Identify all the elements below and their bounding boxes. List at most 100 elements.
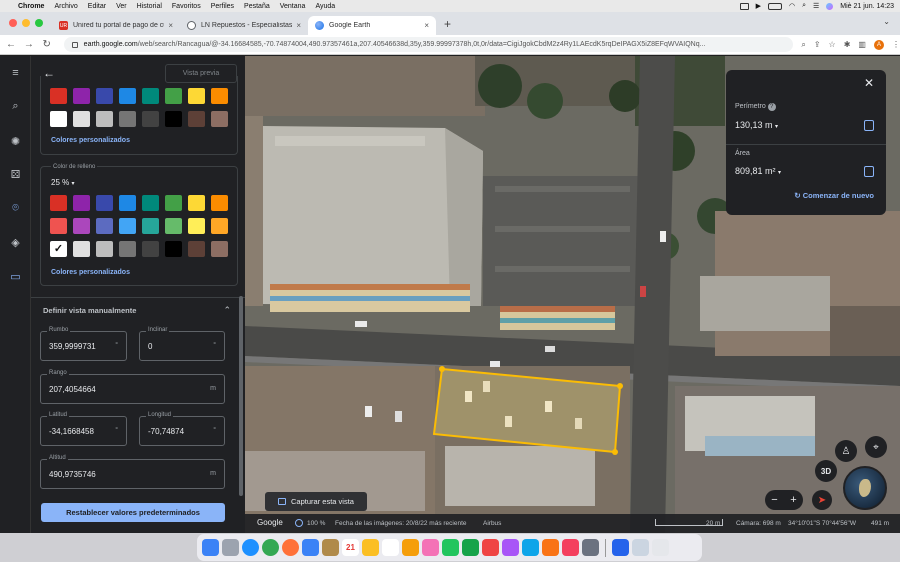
voyager-icon[interactable]: ✺: [7, 134, 24, 151]
photos-icon[interactable]: [422, 539, 439, 556]
bookmark-star-icon[interactable]: ☆: [829, 40, 836, 49]
color-swatch[interactable]: [165, 88, 182, 104]
color-swatch[interactable]: [119, 241, 136, 257]
panel-scrollbar[interactable]: [239, 296, 243, 496]
tab-unired[interactable]: UR Unired tu portal de pago de cu ×: [52, 16, 180, 35]
color-swatch[interactable]: [211, 88, 228, 104]
custom-colors-link-fill[interactable]: Colores personalizados: [51, 269, 130, 276]
color-swatch[interactable]: [73, 241, 90, 257]
menu-ventana[interactable]: Ventana: [280, 3, 306, 10]
siri-icon[interactable]: [826, 2, 834, 10]
close-tab-icon[interactable]: ×: [296, 21, 301, 30]
color-swatch[interactable]: [211, 111, 228, 127]
color-swatch[interactable]: [73, 195, 90, 211]
screen-icon[interactable]: [739, 2, 749, 10]
satellite-map-view[interactable]: ✕ Perímetro ? 130,13 m ▾ Área 809,81 m² …: [245, 56, 900, 533]
mail-icon[interactable]: [302, 539, 319, 556]
color-swatch[interactable]: [165, 218, 182, 234]
calendar-icon[interactable]: 21: [342, 539, 359, 556]
color-swatch[interactable]: [142, 218, 159, 234]
menu-perfiles[interactable]: Perfiles: [211, 3, 234, 10]
dice-icon[interactable]: ⚄: [7, 167, 24, 184]
fill-opacity-select[interactable]: 25 % ▾: [51, 178, 74, 187]
tab-search-chevron-icon[interactable]: ⌄: [883, 17, 890, 26]
copy-area-icon[interactable]: [864, 166, 874, 177]
facetime-icon[interactable]: [462, 539, 479, 556]
tab-google-earth[interactable]: Google Earth ×: [308, 16, 436, 35]
color-swatch[interactable]: [50, 88, 67, 104]
menu-icon[interactable]: ≡: [7, 65, 24, 82]
color-swatch[interactable]: [142, 195, 159, 211]
menu-ayuda[interactable]: Ayuda: [315, 3, 335, 10]
color-swatch[interactable]: [211, 241, 228, 257]
color-swatch[interactable]: [188, 218, 205, 234]
capture-view-button[interactable]: Capturar esta vista: [265, 492, 367, 511]
color-swatch[interactable]: [165, 241, 182, 257]
color-swatch[interactable]: [142, 241, 159, 257]
color-swatch[interactable]: [188, 111, 205, 127]
color-swatch[interactable]: [165, 195, 182, 211]
color-swatch[interactable]: [119, 111, 136, 127]
sidepanel-icon[interactable]: ▥: [858, 40, 866, 49]
manual-view-section-header[interactable]: Definir vista manualmente ⌃: [31, 297, 245, 323]
projects-pin-icon[interactable]: ⌾: [7, 200, 24, 217]
tilt-field[interactable]: Inclinar 0 °: [139, 327, 225, 361]
color-swatch[interactable]: [50, 195, 67, 211]
color-swatch[interactable]: [119, 88, 136, 104]
color-swatch[interactable]: [96, 241, 113, 257]
color-swatch[interactable]: [142, 88, 159, 104]
new-tab-icon[interactable]: +: [436, 17, 459, 35]
podcasts-icon[interactable]: [502, 539, 519, 556]
color-swatch[interactable]: [73, 88, 90, 104]
zoom-out-icon[interactable]: −: [771, 494, 777, 506]
color-swatch[interactable]: [50, 111, 67, 127]
range-field[interactable]: Rango 207,4054664 m: [40, 370, 225, 404]
profile-avatar[interactable]: A: [873, 39, 884, 50]
reset-defaults-button[interactable]: Restablecer valores predeterminados: [41, 503, 225, 522]
globe-minimap[interactable]: [843, 466, 887, 510]
color-swatch[interactable]: [211, 218, 228, 234]
menu-editar[interactable]: Editar: [88, 3, 106, 10]
close-icon[interactable]: ✕: [864, 76, 874, 90]
tab-ln-repuestos[interactable]: LN Repuestos - Especialistas e ×: [180, 16, 308, 35]
color-swatch[interactable]: [188, 88, 205, 104]
compass-icon[interactable]: ➤: [812, 490, 832, 510]
help-icon[interactable]: ?: [767, 103, 776, 111]
menu-archivo[interactable]: Archivo: [54, 3, 77, 10]
area-select[interactable]: 809,81 m² ▾: [735, 166, 781, 176]
search-icon[interactable]: ⌕: [7, 98, 24, 115]
color-swatch[interactable]: [96, 218, 113, 234]
ruler-icon[interactable]: ▭: [7, 269, 24, 286]
wifi-icon[interactable]: ◠: [789, 2, 795, 10]
music-icon[interactable]: [482, 539, 499, 556]
minimize-window-icon[interactable]: [22, 19, 30, 27]
share-icon[interactable]: ⇪: [814, 40, 821, 49]
zoom-in-icon[interactable]: +: [790, 494, 796, 506]
color-swatch[interactable]: [50, 218, 67, 234]
color-swatch[interactable]: [73, 218, 90, 234]
pages-icon[interactable]: [402, 539, 419, 556]
restart-measure-button[interactable]: ↻ Comenzar de nuevo: [794, 191, 874, 200]
launchpad-icon[interactable]: [222, 539, 239, 556]
chevron-up-icon[interactable]: ⌃: [223, 305, 231, 316]
color-swatch[interactable]: [96, 88, 113, 104]
color-swatch[interactable]: [96, 111, 113, 127]
url-input[interactable]: earth.google.com/web/search/Rancagua/@-3…: [63, 37, 794, 52]
layers-icon[interactable]: ◈: [7, 235, 24, 252]
menu-chrome[interactable]: Chrome: [18, 3, 44, 10]
zoom-icon[interactable]: ⌕: [801, 40, 805, 50]
color-swatch[interactable]: [50, 241, 67, 257]
latitude-field[interactable]: Latitud -34,1668458 °: [40, 412, 127, 446]
close-tab-icon[interactable]: ×: [168, 21, 173, 30]
extensions-icon[interactable]: ✱: [844, 40, 851, 49]
close-tab-icon[interactable]: ×: [424, 21, 429, 30]
menu-pestana[interactable]: Pestaña: [244, 3, 270, 10]
menu-favoritos[interactable]: Favoritos: [172, 3, 201, 10]
reminders-icon[interactable]: [382, 539, 399, 556]
menu-historial[interactable]: Historial: [137, 3, 162, 10]
trash-icon[interactable]: [652, 539, 669, 556]
more-menu-icon[interactable]: ⋮: [892, 40, 900, 49]
menubar-clock[interactable]: Miè 21 jun. 14:23: [840, 3, 894, 10]
back-icon[interactable]: ←: [4, 39, 18, 50]
messages-icon[interactable]: [442, 539, 459, 556]
